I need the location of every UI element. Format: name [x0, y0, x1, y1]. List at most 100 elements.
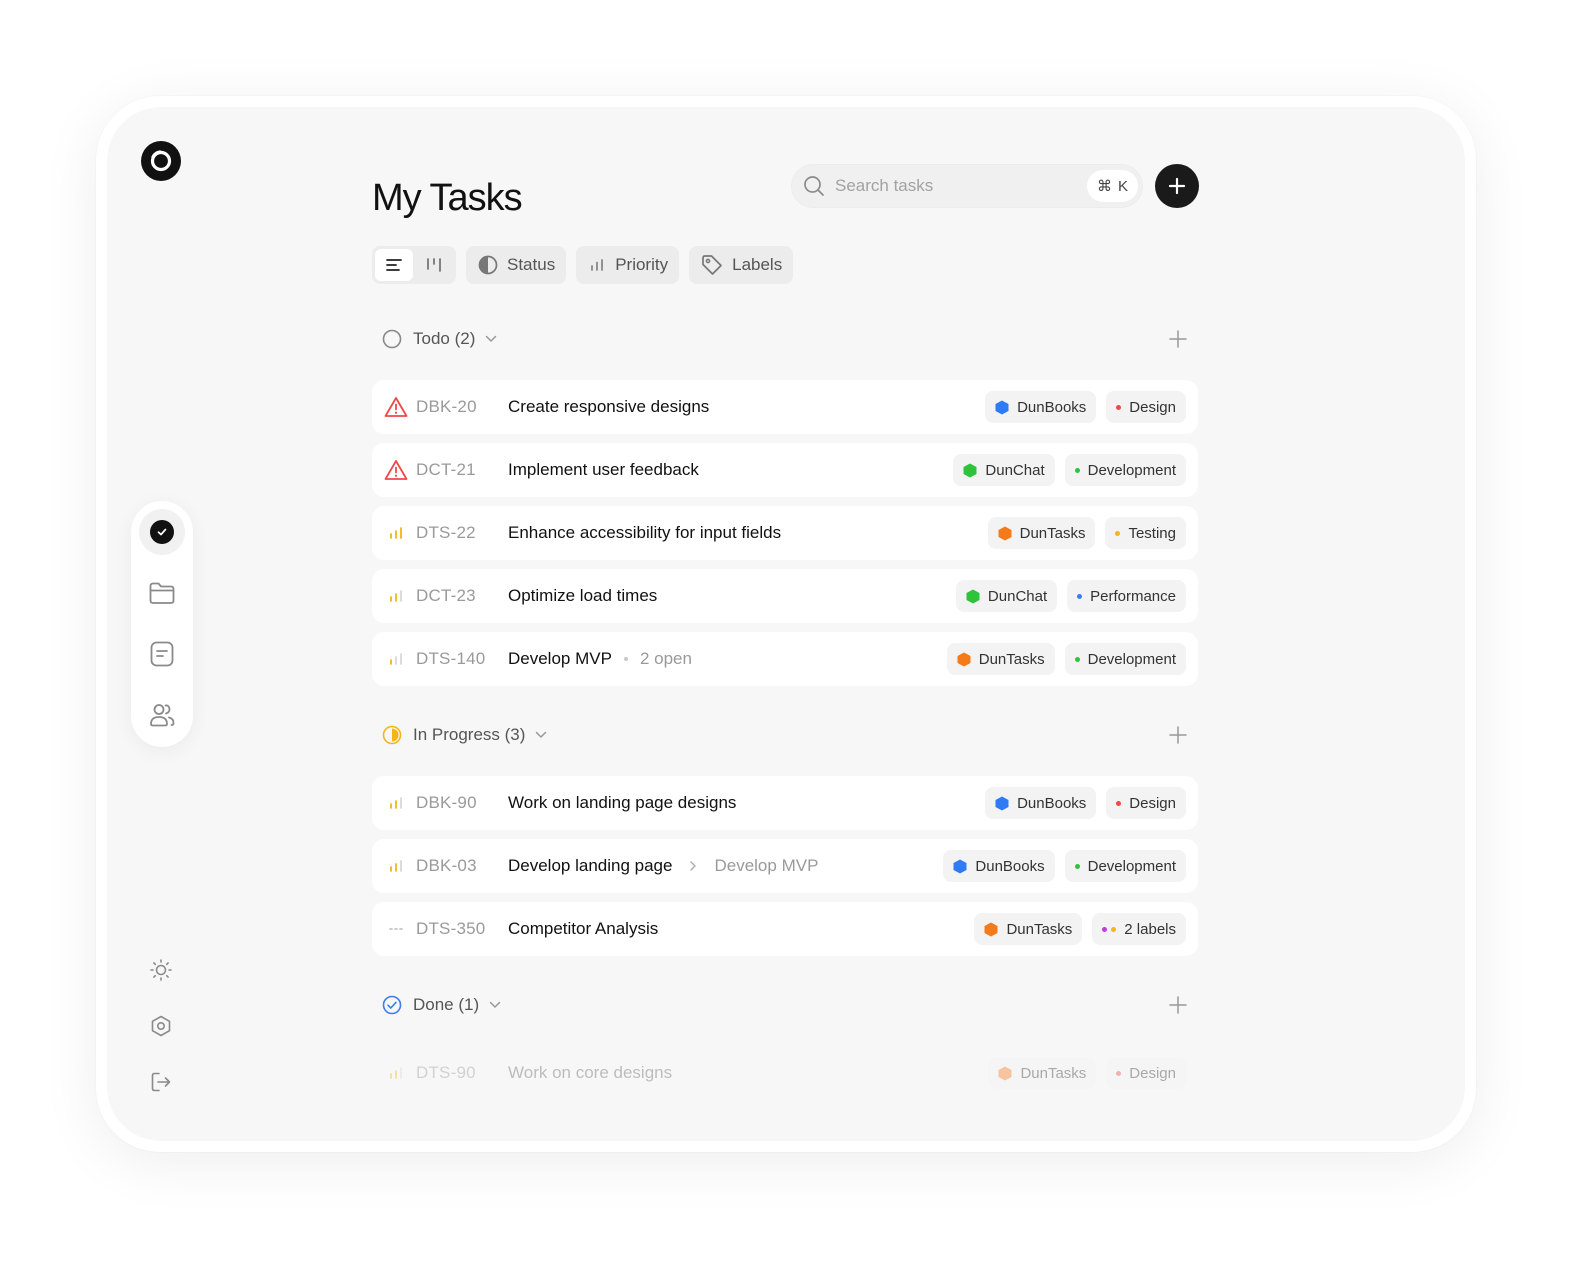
task-id: DCT-23: [416, 586, 476, 605]
add-task-button[interactable]: [1155, 164, 1199, 208]
task-title: Develop MVP 2 open: [508, 649, 692, 669]
task-row[interactable]: DBK-20 Create responsive designs DunBook…: [372, 380, 1198, 434]
task-tags: DunBooks Design: [985, 787, 1186, 819]
project-name: DunBooks: [1017, 794, 1087, 812]
list-view-button[interactable]: [375, 249, 413, 281]
app-logo[interactable]: [141, 141, 181, 181]
priority-bars-icon: [384, 791, 408, 815]
task-title: Work on core designs: [508, 1063, 672, 1083]
chevron-down-icon[interactable]: [535, 731, 547, 739]
task-title: Implement user feedback: [508, 460, 699, 480]
label-tag[interactable]: Development: [1064, 643, 1186, 675]
label-tag[interactable]: Performance: [1067, 580, 1186, 612]
nav-item-projects[interactable]: [139, 570, 185, 616]
task-tags: DunChat Development: [953, 454, 1186, 486]
label-tag[interactable]: 2 labels: [1092, 913, 1186, 945]
task-tags: DunTasks Testing: [987, 517, 1186, 549]
label-tag[interactable]: Development: [1064, 850, 1186, 882]
project-name: DunTasks: [1019, 524, 1086, 542]
label-name: Design: [1129, 1064, 1176, 1082]
label-dot: [1074, 656, 1080, 662]
theme-toggle-button[interactable]: [148, 957, 174, 983]
subtask-count[interactable]: 2 open: [640, 649, 692, 669]
chevron-down-icon[interactable]: [489, 1001, 501, 1009]
task-title-text: Develop MVP: [508, 649, 612, 668]
task-row[interactable]: DCT-21 Implement user feedback DunChat D…: [372, 443, 1198, 497]
folder-icon: [149, 582, 175, 604]
add-to-in-progress-button[interactable]: [1168, 725, 1188, 750]
status-filter-button[interactable]: Status: [466, 246, 567, 284]
project-tag[interactable]: DunBooks: [943, 850, 1055, 882]
priority-filter-label: Priority: [615, 255, 669, 274]
task-id: DCT-21: [416, 460, 476, 479]
label-dot: [1116, 1070, 1122, 1076]
project-tag[interactable]: DunChat: [953, 454, 1055, 486]
label-name: Development: [1087, 857, 1176, 875]
label-name: Testing: [1128, 524, 1176, 542]
board-view-icon: [427, 258, 441, 272]
group-header-done[interactable]: Done (1): [372, 985, 1198, 1025]
task-title-text: Optimize load times: [508, 586, 658, 605]
task-row[interactable]: DBK-03 Develop landing page Develop MVP …: [372, 839, 1198, 893]
label-name: Performance: [1090, 587, 1176, 605]
search-bar[interactable]: ⌘ K: [791, 164, 1143, 208]
nav-item-tasks[interactable]: [139, 509, 185, 555]
project-tag[interactable]: DunTasks: [987, 517, 1096, 549]
task-row[interactable]: DTS-140 Develop MVP 2 open DunTasks Deve…: [372, 632, 1198, 686]
project-name: DunBooks: [975, 857, 1045, 875]
project-tag[interactable]: DunBooks: [985, 787, 1097, 819]
label-tag[interactable]: Development: [1064, 454, 1186, 486]
task-row[interactable]: DTS-350 Competitor Analysis DunTasks 2 l…: [372, 902, 1198, 956]
label-tag[interactable]: Design: [1106, 391, 1186, 423]
label-name: Design: [1129, 398, 1176, 416]
task-row[interactable]: DTS-90 Work on core designs DunTasks Des…: [372, 1046, 1198, 1100]
group-header-in-progress[interactable]: In Progress (3): [372, 715, 1198, 755]
no-priority-icon: [384, 917, 408, 941]
task-id: DTS-22: [416, 523, 476, 542]
group-header-todo[interactable]: Todo (2): [372, 319, 1198, 359]
project-tag[interactable]: DunTasks: [988, 1057, 1097, 1089]
board-view-button[interactable]: [415, 249, 453, 281]
project-tag[interactable]: DunTasks: [974, 913, 1083, 945]
hexagon-icon: [953, 859, 967, 873]
hexagon-icon: [957, 652, 971, 666]
labels-filter-button[interactable]: Labels: [689, 246, 794, 284]
app-window: My Tasks ⌘ K: [107, 107, 1465, 1141]
filter-toolbar: Status Priority Labels: [372, 246, 794, 284]
urgent-warning-icon: [384, 395, 408, 419]
labels-filter-label: Labels: [732, 255, 783, 274]
task-tags: DunBooks Development: [943, 850, 1186, 882]
label-dot: [1116, 800, 1122, 806]
task-row[interactable]: DTS-22 Enhance accessibility for input f…: [372, 506, 1198, 560]
plus-icon: [1168, 177, 1186, 195]
users-icon: [150, 704, 175, 727]
nav-item-team[interactable]: [139, 692, 185, 738]
label-tag[interactable]: Design: [1106, 787, 1186, 819]
label-tag[interactable]: Testing: [1105, 517, 1186, 549]
settings-button[interactable]: [148, 1013, 174, 1039]
parent-task-link[interactable]: Develop MVP: [714, 856, 818, 876]
task-title: Develop landing page Develop MVP: [508, 856, 818, 876]
plus-icon: [1169, 330, 1187, 348]
project-tag[interactable]: DunBooks: [985, 391, 1097, 423]
task-title: Work on landing page designs: [508, 793, 736, 813]
task-title-text: Develop landing page: [508, 856, 673, 875]
search-input[interactable]: [835, 176, 1075, 196]
chevron-right-icon: [690, 861, 697, 871]
logout-button[interactable]: [148, 1069, 174, 1095]
task-row[interactable]: DBK-90 Work on landing page designs DunB…: [372, 776, 1198, 830]
task-tags: DunTasks 2 labels: [974, 913, 1186, 945]
task-title: Competitor Analysis: [508, 919, 658, 939]
nav-item-documents[interactable]: [139, 631, 185, 677]
label-tag[interactable]: Design: [1106, 1057, 1186, 1089]
priority-filter-button[interactable]: Priority: [576, 246, 680, 284]
add-to-todo-button[interactable]: [1168, 329, 1188, 354]
add-to-done-button[interactable]: [1168, 995, 1188, 1020]
hexagon-icon: [966, 589, 980, 603]
settings-hexagon-icon: [151, 1015, 171, 1037]
project-tag[interactable]: DunTasks: [946, 643, 1055, 675]
project-name: DunTasks: [1020, 1064, 1087, 1082]
chevron-down-icon[interactable]: [485, 335, 497, 343]
project-tag[interactable]: DunChat: [955, 580, 1058, 612]
task-row[interactable]: DCT-23 Optimize load times DunChat Perfo…: [372, 569, 1198, 623]
